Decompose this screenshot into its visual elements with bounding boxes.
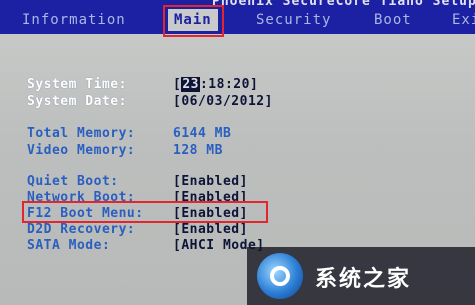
bios-screen: Phoenix SecureCore Tiano Setup Informati… (0, 0, 475, 305)
total-memory-label: Total Memory: (27, 126, 136, 141)
f12-row-highlight-box (22, 201, 268, 223)
watermark-logo-icon (257, 253, 303, 299)
system-time-label: System Time: (27, 77, 127, 92)
bios-top-bar: Phoenix SecureCore Tiano Setup Informati… (0, 0, 475, 34)
tab-boot[interactable]: Boot (374, 9, 412, 31)
watermark-text: 系统之家 (315, 267, 412, 292)
video-memory-label: Video Memory: (27, 143, 136, 158)
tab-security[interactable]: Security (256, 9, 331, 31)
quiet-boot-label: Quiet Boot: (27, 174, 119, 189)
d2d-recovery-label: D2D Recovery: (27, 222, 136, 237)
tab-information[interactable]: Information (22, 9, 126, 31)
d2d-recovery-value[interactable]: [Enabled] (173, 222, 248, 237)
system-time-value[interactable]: [23:18:20] (173, 77, 258, 92)
system-date-value[interactable]: [06/03/2012] (173, 94, 273, 109)
video-memory-value: 128 MB (173, 143, 223, 158)
system-time-cursor[interactable]: 23 (181, 77, 200, 92)
quiet-boot-value[interactable]: [Enabled] (173, 174, 248, 189)
system-date-label: System Date: (27, 94, 127, 109)
bios-tabs: Information Main Security Boot Exit (0, 9, 475, 31)
system-time-rest: :18:20] (199, 77, 259, 92)
total-memory-value: 6144 MB (173, 126, 232, 141)
site-watermark: 系统之家 (247, 247, 475, 305)
sata-mode-label: SATA Mode: (27, 238, 111, 253)
main-tab-highlight-box (163, 5, 224, 37)
bios-vendor-title: Phoenix SecureCore Tiano Setup (212, 0, 475, 9)
tab-exit[interactable]: Exit (452, 9, 475, 31)
